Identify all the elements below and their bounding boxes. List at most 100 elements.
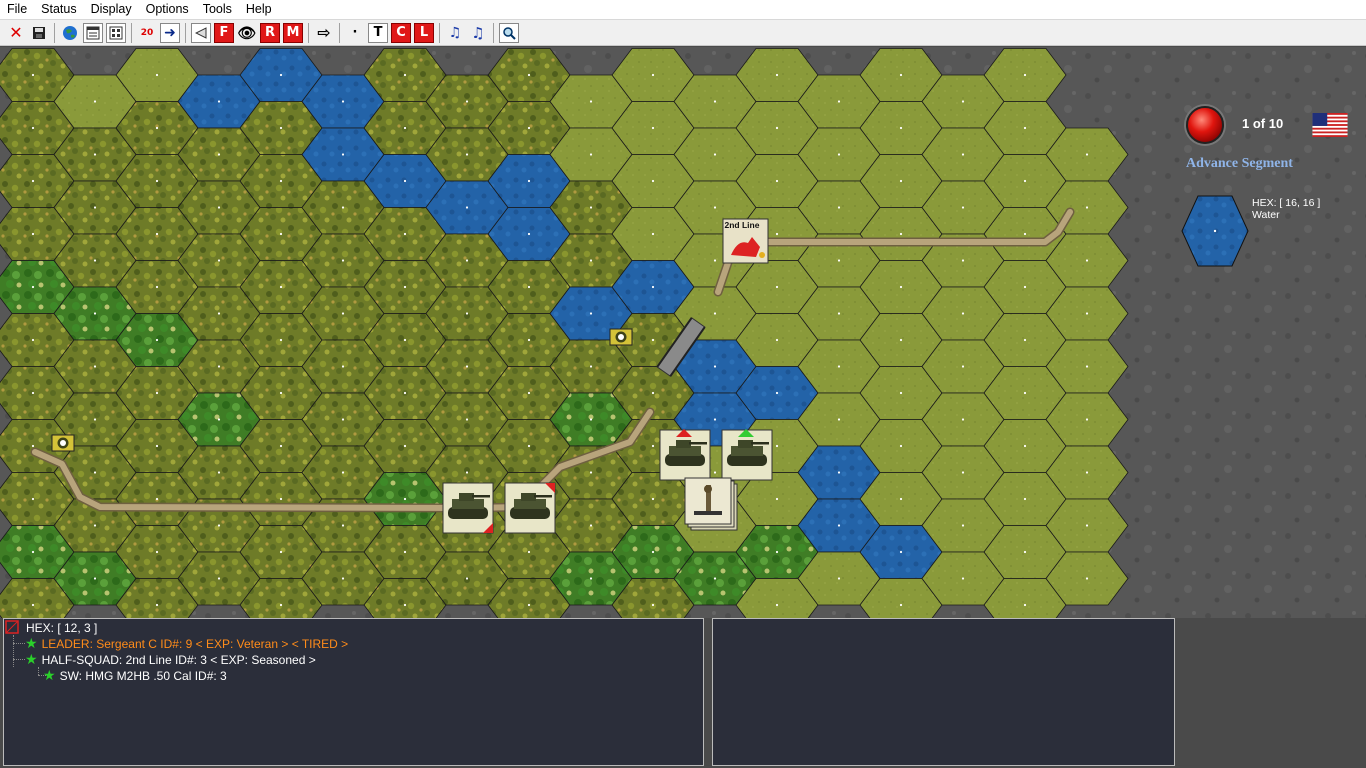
hex-center-dot: [341, 577, 345, 580]
hex-center-dot: [527, 285, 531, 289]
c-label: C: [396, 25, 406, 40]
hex-center-dot: [403, 126, 407, 130]
hex-center-dot: [651, 391, 655, 395]
hex-center-dot: [217, 153, 221, 156]
fire-icon[interactable]: F: [214, 22, 234, 43]
hex-center-dot: [31, 550, 35, 554]
hex-center-dot: [31, 391, 35, 395]
prev-icon[interactable]: [191, 22, 211, 43]
hex-center-dot: [775, 179, 779, 183]
hex-center-dot: [775, 497, 779, 501]
rout-icon[interactable]: R: [260, 22, 280, 43]
unit-leader-row[interactable]: ★ LEADER: Sergeant C ID#: 9 < EXP: Vetera…: [25, 635, 348, 652]
hex-center-dot: [279, 603, 283, 607]
unit-sw-text: SW: HMG M2HB .50 Cal ID#: 3: [59, 669, 227, 683]
unit-leader-text: LEADER: Sergeant C ID#: 9 < EXP: Veteran…: [41, 637, 349, 651]
hex-center-dot: [651, 444, 655, 448]
music-icon[interactable]: ♫: [468, 23, 488, 43]
hex-center-dot: [961, 365, 965, 368]
hex-center-dot: [93, 153, 97, 156]
arrow-icon[interactable]: ⇨: [314, 23, 334, 43]
menu-display[interactable]: Display: [84, 0, 139, 19]
selected-hex-preview: [1181, 195, 1249, 267]
phase-label: Advance Segment: [1186, 156, 1293, 171]
hex-map[interactable]: 2nd Line: [0, 47, 1366, 618]
hex-center-dot: [341, 100, 345, 103]
next-icon[interactable]: ➜: [160, 22, 180, 43]
armored-car-counter[interactable]: [659, 429, 711, 481]
tank-counter[interactable]: [721, 429, 773, 481]
close-icon[interactable]: ✕: [6, 23, 26, 43]
eye-icon[interactable]: 👁: [237, 23, 257, 43]
hex-center-dot: [1085, 418, 1089, 421]
text-icon[interactable]: T: [368, 22, 388, 43]
star-icon: ★: [25, 635, 38, 651]
objective-marker-icon[interactable]: [609, 328, 633, 346]
hex-center-dot: [465, 418, 469, 421]
hex-center-dot: [403, 497, 407, 501]
hex-center-dot: [279, 285, 283, 289]
dot-icon[interactable]: ·: [345, 23, 365, 43]
hex-center-dot: [279, 550, 283, 554]
unit-sw-row[interactable]: ★ SW: HMG M2HB .50 Cal ID#: 3: [43, 667, 227, 684]
hex-center-dot: [217, 365, 221, 368]
hex-center-dot: [589, 471, 593, 474]
hex-terrain: Water: [1252, 209, 1280, 221]
hex-center-dot: [527, 126, 531, 130]
window-icon[interactable]: [83, 22, 103, 43]
hex-center-dot: [899, 497, 903, 501]
hex-center-dot: [1023, 338, 1027, 342]
c-icon[interactable]: C: [391, 22, 411, 43]
hex-center-dot: [465, 365, 469, 368]
hex-center-dot: [155, 285, 159, 289]
unit-halfsquad-row[interactable]: ★ HALF-SQUAD: 2nd Line ID#: 3 < EXP: Seas…: [25, 651, 316, 668]
hex-center-dot: [1023, 603, 1027, 607]
move-icon[interactable]: M: [283, 22, 303, 43]
hex-center-dot: [465, 153, 469, 156]
tank-counter[interactable]: [442, 482, 494, 534]
hex-center-dot: [217, 471, 221, 474]
hex-center-dot: [217, 100, 221, 103]
l-icon[interactable]: L: [414, 22, 434, 43]
hex-center-dot: [899, 550, 903, 554]
menu-options[interactable]: Options: [139, 0, 196, 19]
menu-help[interactable]: Help: [239, 0, 279, 19]
fire-label: F: [219, 25, 229, 40]
hex-center-dot: [775, 232, 779, 236]
hex-center-dot: [527, 603, 531, 607]
hex-center-dot: [713, 153, 717, 156]
hex-center-dot: [713, 577, 717, 580]
hex-center-dot: [403, 550, 407, 554]
hex-center-dot: [31, 126, 35, 130]
game-map[interactable]: 2nd Line 1 of 10 Advance Segment HEX: [ …: [0, 47, 1366, 618]
hex-center-dot: [279, 73, 283, 77]
tank-counter[interactable]: [504, 482, 556, 534]
hex-center-dot: [93, 259, 97, 262]
menu-file[interactable]: File: [0, 0, 34, 19]
hex-center-dot: [341, 365, 345, 368]
dice-icon[interactable]: 20: [137, 23, 157, 43]
hex-center-dot: [527, 550, 531, 554]
hmg-stack-counter[interactable]: [684, 477, 738, 531]
hex-center-dot: [651, 179, 655, 183]
rout-label: R: [264, 25, 275, 40]
globe-icon[interactable]: [60, 23, 80, 43]
hex-center-dot: [1085, 206, 1089, 209]
second-line-counter[interactable]: 2nd Line: [722, 218, 769, 264]
hex-center-dot: [403, 444, 407, 448]
turn-indicator-icon[interactable]: [1186, 106, 1224, 144]
hex-center-dot: [217, 524, 221, 527]
hex-center-dot: [31, 232, 35, 236]
objective-marker-icon[interactable]: [51, 434, 75, 452]
menu-tools[interactable]: Tools: [196, 0, 239, 19]
menu-status[interactable]: Status: [34, 0, 83, 19]
zoom-icon[interactable]: [499, 22, 519, 43]
toolbar-separator: [493, 22, 494, 43]
grid-icon[interactable]: [106, 22, 126, 43]
save-icon[interactable]: [29, 23, 49, 43]
hex-center-dot: [589, 524, 593, 527]
sfx-icon[interactable]: ♫: [445, 23, 465, 43]
hex-center-dot: [651, 73, 655, 77]
hex-center-dot: [527, 444, 531, 448]
hex-center-dot: [651, 285, 655, 289]
